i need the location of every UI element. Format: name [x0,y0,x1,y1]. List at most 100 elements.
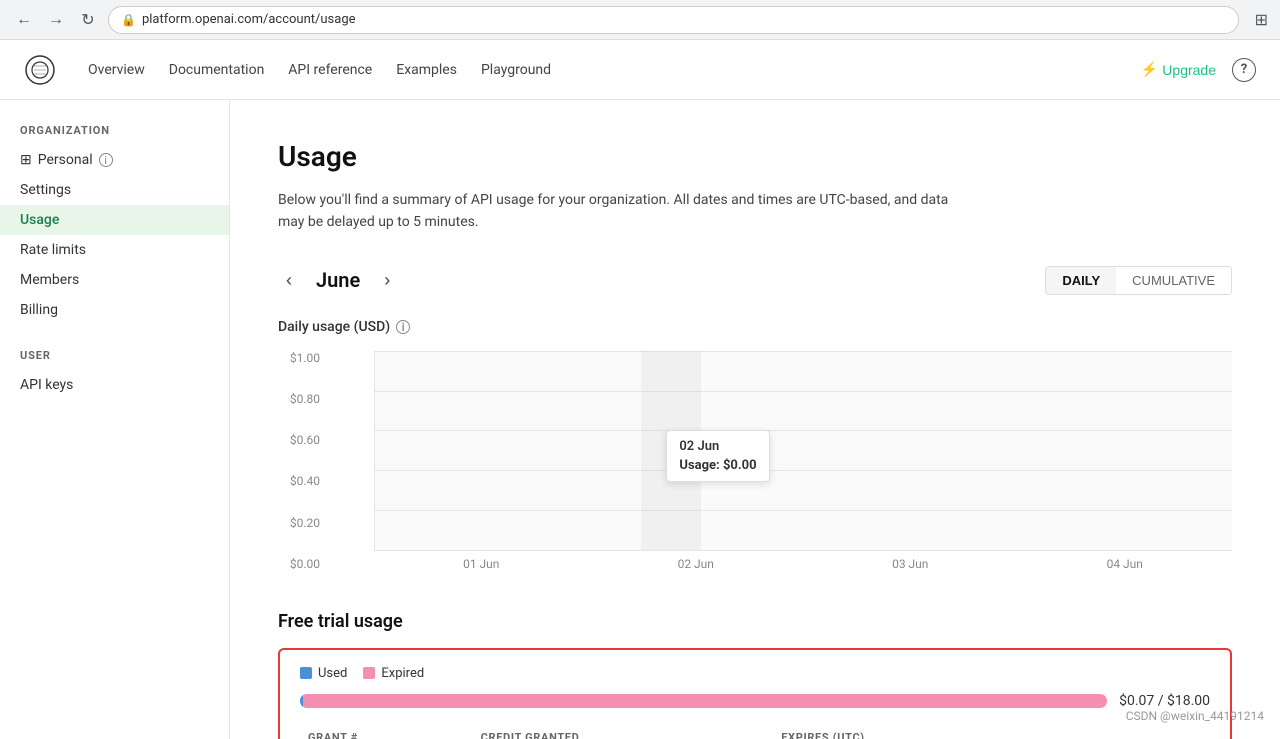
extensions-icon: ⊞ [1255,10,1268,29]
nav-overview[interactable]: Overview [88,62,145,78]
tooltip-amount: $0.00 [723,458,757,473]
nav-documentation[interactable]: Documentation [169,62,265,78]
api-keys-label: API keys [20,377,73,393]
browser-bar: ← → ↻ 🔒 platform.openai.com/account/usag… [0,0,1280,40]
nav-examples[interactable]: Examples [396,62,457,78]
personal-row[interactable]: ⊞ Personal i [0,145,229,175]
upgrade-label: Upgrade [1162,62,1216,78]
y-label-0: $1.00 [274,351,320,365]
sidebar-item-rate-limits[interactable]: Rate limits [0,235,229,265]
main-content: Usage Below you'll find a summary of API… [230,100,1280,739]
members-label: Members [20,272,79,288]
legend: Used Expired [300,666,1210,681]
chart-tooltip: 02 Jun Usage: $0.00 [666,430,769,482]
nav-api-reference[interactable]: API reference [288,62,372,78]
used-dot [300,667,312,679]
free-trial-section: Free trial usage Used Expired [278,611,1232,739]
legend-expired: Expired [363,666,424,681]
x-label-2: 03 Jun [892,557,928,571]
view-toggle: DAILY CUMULATIVE [1045,266,1232,295]
x-label-0: 01 Jun [463,557,499,571]
settings-label: Settings [20,182,71,198]
page-description: Below you'll find a summary of API usage… [278,189,978,234]
col-credit: CREDIT GRANTED [473,725,774,739]
tooltip-date: 02 Jun [679,439,756,454]
y-label-5: $0.00 [274,557,320,571]
billing-label: Billing [20,302,58,318]
sidebar: ORGANIZATION ⊞ Personal i Settings Usage… [0,100,230,739]
sidebar-item-settings[interactable]: Settings [0,175,229,205]
sidebar-item-billing[interactable]: Billing [0,295,229,325]
usage-label: Usage [20,212,59,228]
help-button[interactable]: ? [1232,58,1256,82]
app-layout: ORGANIZATION ⊞ Personal i Settings Usage… [0,100,1280,739]
address-bar[interactable]: 🔒 platform.openai.com/account/usage [108,6,1239,34]
chart-x-labels: 01 Jun 02 Jun 03 Jun 04 Jun [374,557,1232,571]
grid-line-0 [375,351,1232,352]
org-section-label: ORGANIZATION [0,124,229,137]
month-nav: ‹ June › DAILY CUMULATIVE [278,266,1232,295]
user-group: USER API keys [0,349,229,400]
org-group: ORGANIZATION ⊞ Personal i Settings Usage… [0,124,229,325]
info-icon[interactable]: i [99,153,113,167]
personal-label: Personal [38,152,93,168]
cumulative-view-button[interactable]: CUMULATIVE [1116,267,1231,294]
upgrade-button[interactable]: ⚡ Upgrade [1141,61,1216,78]
grants-table-header: GRANT # CREDIT GRANTED EXPIRES (UTC) [300,725,1210,739]
y-label-4: $0.20 [274,516,320,530]
nav-right: ⚡ Upgrade ? [1141,58,1256,82]
upgrade-lightning-icon: ⚡ [1141,61,1158,78]
grid-line-5 [375,550,1232,551]
x-label-1: 02 Jun [678,557,714,571]
watermark: CSDN @weixin_44191214 [1126,709,1264,723]
y-label-1: $0.80 [274,392,320,406]
y-label-2: $0.60 [274,433,320,447]
url-text: platform.openai.com/account/usage [142,12,356,27]
page-title: Usage [278,140,1232,173]
next-month-button[interactable]: › [376,266,398,295]
grants-table: GRANT # CREDIT GRANTED EXPIRES (UTC) Gra… [300,725,1210,739]
col-expires: EXPIRES (UTC) [773,725,1210,739]
nav-links: Overview Documentation API reference Exa… [88,62,551,78]
x-label-3: 04 Jun [1107,557,1143,571]
free-trial-title: Free trial usage [278,611,1232,632]
usage-bar-track [300,694,1107,708]
tooltip-label: Usage: [679,458,719,473]
help-label: ? [1241,62,1247,77]
y-label-3: $0.40 [274,474,320,488]
personal-icon: ⊞ [20,152,32,168]
nav-playground[interactable]: Playground [481,62,551,78]
trial-box: Used Expired $0.07 / $18.00 [278,648,1232,739]
top-nav: Overview Documentation API reference Exa… [0,40,1280,100]
grid-line-1 [375,391,1232,392]
expired-label: Expired [381,666,424,681]
grid-line-3 [375,470,1232,471]
chart-y-labels: $1.00 $0.80 $0.60 $0.40 $0.20 $0.00 [274,351,320,571]
usage-bar-row: $0.07 / $18.00 [300,693,1210,709]
chart-wrapper: $1.00 $0.80 $0.60 $0.40 $0.20 $0.00 [326,351,1232,571]
back-button[interactable]: ← [12,8,36,32]
rate-limits-label: Rate limits [20,242,86,258]
sidebar-item-api-keys[interactable]: API keys [0,370,229,400]
col-grant: GRANT # [300,725,473,739]
sidebar-item-usage[interactable]: Usage [0,205,229,235]
browser-actions: ⊞ [1255,10,1268,29]
grid-line-4 [375,510,1232,511]
chart-container: 02 Jun Usage: $0.00 [374,351,1232,551]
used-label: Used [318,666,347,681]
current-month: June [316,268,360,292]
usage-amount: $0.07 / $18.00 [1119,693,1210,709]
legend-used: Used [300,666,347,681]
forward-button[interactable]: → [44,8,68,32]
grants-header-row: GRANT # CREDIT GRANTED EXPIRES (UTC) [300,725,1210,739]
tooltip-value: Usage: $0.00 [679,458,756,473]
prev-month-button[interactable]: ‹ [278,266,300,295]
reload-button[interactable]: ↻ [76,8,100,32]
chart-info-icon: i [396,320,410,334]
chart-section: Daily usage (USD) i $1.00 $0.80 $0.60 $0… [278,319,1232,571]
usage-bar-fill [300,694,303,708]
lock-icon: 🔒 [121,13,136,27]
expired-dot [363,667,375,679]
daily-view-button[interactable]: DAILY [1046,267,1116,294]
sidebar-item-members[interactable]: Members [0,265,229,295]
